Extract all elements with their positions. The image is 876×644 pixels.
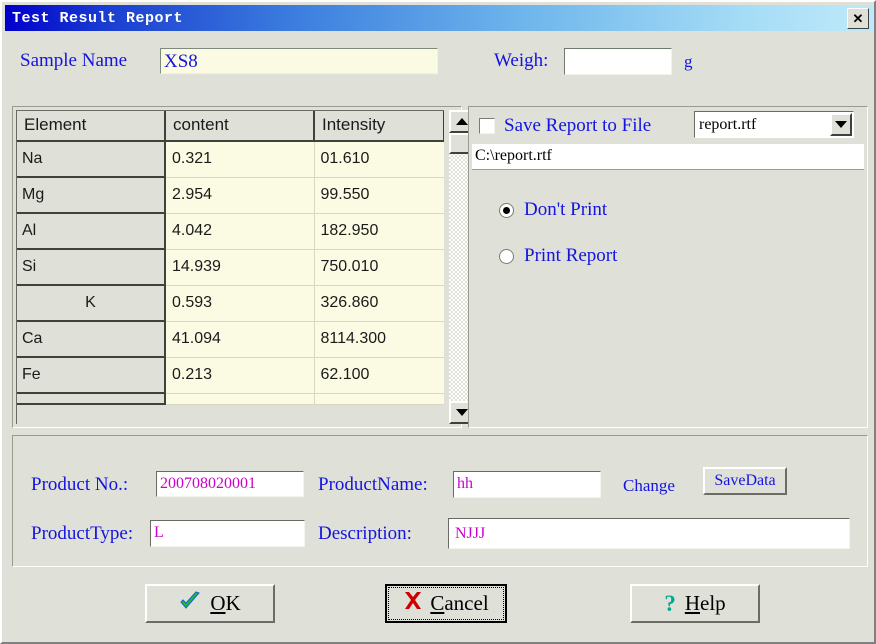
cell-element[interactable]: Al [17, 213, 166, 250]
column-header-intensity[interactable]: Intensity [314, 111, 444, 142]
save-report-checkbox[interactable] [479, 118, 495, 134]
check-icon [179, 590, 201, 617]
weigh-label: Weigh: [494, 50, 549, 71]
chevron-down-icon[interactable] [830, 113, 852, 136]
column-header-element[interactable]: Element [17, 111, 166, 142]
results-table-panel: Element content Intensity Na 0.321 01.61… [12, 106, 476, 428]
close-icon[interactable]: ✕ [847, 8, 869, 29]
cell-element[interactable]: Ca [17, 321, 166, 358]
product-no-input[interactable]: 200708020001 [156, 471, 304, 497]
cell-intensity[interactable]: 182.950 [314, 213, 444, 250]
ok-label-rest: K [225, 591, 241, 615]
product-type-label: ProductType: [31, 523, 134, 544]
table-row: K 0.593 326.860 [17, 285, 444, 322]
cancel-button[interactable]: Cancel [385, 584, 507, 623]
cell-content[interactable]: 41.094 [165, 321, 315, 358]
results-table: Element content Intensity Na 0.321 01.61… [17, 111, 444, 405]
table-row: Al 4.042 182.950 [17, 213, 444, 250]
save-data-button[interactable]: SaveData [703, 467, 787, 495]
description-input[interactable]: NJJJ [448, 518, 850, 549]
help-label-rest: elp [700, 591, 726, 615]
cell-intensity[interactable]: 62.100 [314, 357, 444, 394]
cell-element[interactable] [17, 393, 166, 405]
cell-content[interactable]: 14.939 [165, 249, 315, 286]
dont-print-label: Don't Print [524, 199, 608, 220]
help-button-label: Help [684, 591, 726, 615]
radio-print-report[interactable]: Print Report [499, 245, 617, 267]
cell-intensity[interactable] [314, 393, 444, 405]
cell-element[interactable]: Na [17, 141, 166, 178]
weigh-unit-label: g [684, 52, 693, 71]
file-format-value: report.rtf [699, 115, 757, 133]
dont-print-radio[interactable] [499, 202, 514, 218]
cell-content[interactable] [165, 393, 315, 405]
x-icon [403, 591, 423, 616]
cell-intensity[interactable]: 99.550 [314, 177, 444, 214]
radio-dont-print[interactable]: Don't Print [499, 199, 607, 221]
sample-name-input[interactable]: XS8 [160, 48, 438, 74]
cell-intensity[interactable]: 750.010 [314, 249, 444, 286]
table-header-row: Element content Intensity [17, 111, 444, 142]
product-no-label: Product No.: [31, 474, 129, 495]
column-header-content[interactable]: content [165, 111, 315, 142]
cell-element[interactable]: Mg [17, 177, 166, 214]
weigh-input[interactable] [564, 48, 672, 75]
table-row: Ca 41.094 8114.300 [17, 321, 444, 358]
output-path-field[interactable]: C:\report.rtf [472, 144, 864, 170]
help-button[interactable]: ? Help [630, 584, 760, 623]
cancel-button-label: Cancel [430, 591, 489, 615]
print-report-label: Print Report [524, 245, 618, 266]
table-row: Mg 2.954 99.550 [17, 177, 444, 214]
ok-button[interactable]: OK [145, 584, 275, 623]
file-format-combobox[interactable]: report.rtf [694, 111, 854, 138]
product-type-input[interactable]: L [150, 520, 305, 547]
change-link[interactable]: Change [623, 476, 675, 496]
product-info-panel: Product No.: 200708020001 ProductName: h… [12, 435, 868, 567]
cell-content[interactable]: 0.593 [165, 285, 315, 322]
product-name-input[interactable]: hh [453, 471, 601, 498]
test-result-report-window: Test Result Report ✕ Sample Name XS8 Wei… [0, 0, 876, 644]
table-row: Si 14.939 750.010 [17, 249, 444, 286]
window-title: Test Result Report [12, 9, 184, 27]
cell-element[interactable]: K [17, 285, 166, 322]
cell-content[interactable]: 0.213 [165, 357, 315, 394]
cell-intensity[interactable]: 326.860 [314, 285, 444, 322]
cancel-label-rest: ancel [444, 591, 489, 615]
save-report-row[interactable]: Save Report to File [479, 115, 651, 137]
cell-content[interactable]: 0.321 [165, 141, 315, 178]
cancel-focus-rect: Cancel [388, 587, 504, 620]
save-report-label: Save Report to File [504, 115, 652, 136]
description-label: Description: [318, 523, 412, 544]
cell-intensity[interactable]: 01.610 [314, 141, 444, 178]
cell-element[interactable]: Fe [17, 357, 166, 394]
report-options-panel: Save Report to File report.rtf C:\report… [468, 106, 868, 428]
results-grid[interactable]: Element content Intensity Na 0.321 01.61… [16, 110, 444, 424]
product-name-label: ProductName: [318, 474, 428, 495]
cell-element[interactable]: Si [17, 249, 166, 286]
cell-content[interactable]: 4.042 [165, 213, 315, 250]
table-row: Na 0.321 01.610 [17, 141, 444, 178]
sample-name-label: Sample Name [20, 50, 128, 71]
question-icon: ? [664, 590, 676, 616]
title-bar[interactable]: Test Result Report ✕ [5, 5, 873, 31]
print-report-radio[interactable] [499, 248, 514, 264]
cell-intensity[interactable]: 8114.300 [314, 321, 444, 358]
table-row: Fe 0.213 62.100 [17, 357, 444, 394]
table-row-partial [17, 393, 444, 405]
ok-button-label: OK [210, 591, 241, 615]
cell-content[interactable]: 2.954 [165, 177, 315, 214]
